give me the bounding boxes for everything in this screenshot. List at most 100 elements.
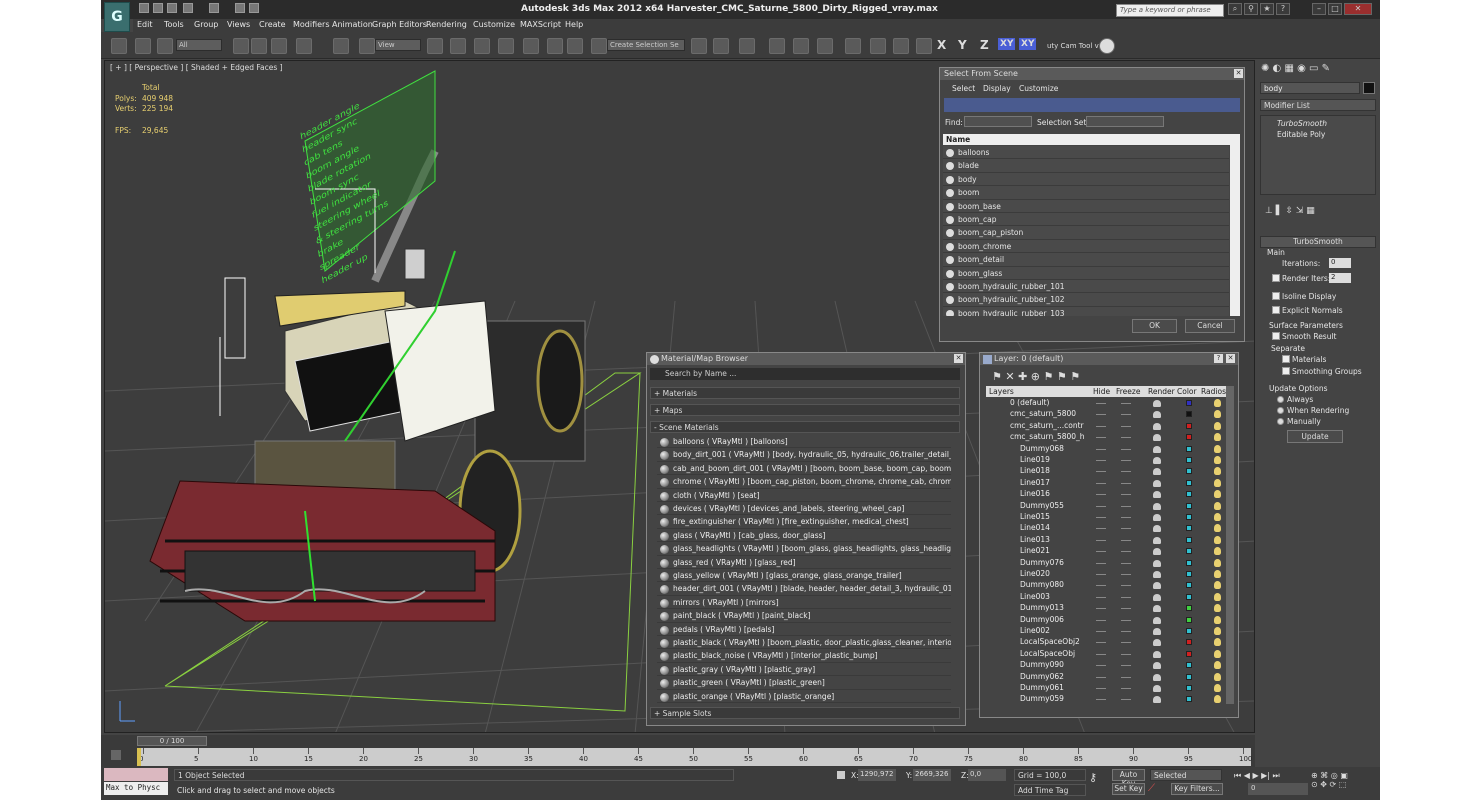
layer-row[interactable]: Dummy068 (988, 444, 1228, 455)
toolbar-tool-icon-11[interactable] (474, 38, 490, 54)
layer-hide-toggle[interactable] (1096, 574, 1106, 575)
layer-name[interactable]: cmc_saturn_...contr (1010, 421, 1084, 430)
toolbar-tool-icon-4[interactable] (251, 38, 267, 54)
layer-row[interactable]: Line016 (988, 489, 1228, 500)
toolbar-tool-icon-23[interactable] (845, 38, 861, 54)
cam-tool-label[interactable]: uty Cam Tool v (1047, 42, 1099, 50)
layer-row[interactable]: cmc_saturn_5800 (988, 409, 1228, 420)
col-layers[interactable]: Layers (989, 387, 1014, 396)
toolbar-tool-icon-15[interactable] (567, 38, 583, 54)
render-teapot-icon[interactable] (1153, 502, 1161, 510)
layer-color-swatch[interactable] (1186, 571, 1192, 577)
layer-toolbar-icons[interactable]: ⚑ ✕ ✚ ⊕ ⚑ ⚑ ⚑ (992, 370, 1080, 383)
layer-row[interactable]: Line020 (988, 569, 1228, 580)
radiosity-bulb-icon[interactable] (1214, 615, 1221, 624)
layer-name[interactable]: Line013 (1020, 535, 1050, 544)
render-teapot-icon[interactable] (1153, 685, 1161, 692)
radiosity-bulb-icon[interactable] (1214, 638, 1221, 647)
axis-xy-cycle-button[interactable]: XY (1019, 38, 1037, 50)
toolbar-tool-icon-7[interactable] (333, 38, 349, 54)
render-teapot-icon[interactable] (1153, 400, 1161, 407)
layer-color-swatch[interactable] (1186, 593, 1192, 600)
radiosity-bulb-icon[interactable] (1214, 581, 1221, 590)
scene-material-item[interactable]: plastic_gray ( VRayMtl ) [plastic_gray] (657, 663, 951, 677)
layer-row[interactable]: Line018 (988, 466, 1228, 477)
layer-row[interactable]: Line002 (988, 626, 1228, 637)
radiosity-bulb-icon[interactable] (1214, 695, 1221, 703)
save-icon[interactable] (167, 3, 177, 13)
set-key-button[interactable]: Set Key (1112, 783, 1145, 795)
render-teapot-icon[interactable] (1153, 434, 1161, 442)
auto-key-button[interactable]: Auto Key (1112, 769, 1145, 788)
redo-icon[interactable] (209, 3, 219, 13)
layer-name[interactable]: Dummy059 (1020, 694, 1064, 703)
layer-hide-toggle[interactable] (1096, 562, 1106, 564)
selection-set-dropdown[interactable] (1086, 116, 1164, 127)
manually-radio[interactable] (1277, 418, 1284, 425)
layer-freeze-toggle[interactable] (1121, 414, 1131, 416)
scene-object-item[interactable]: boom_hydraulic_rubber_101 (943, 279, 1229, 294)
layer-hide-toggle[interactable] (1096, 482, 1106, 484)
layer-hide-toggle[interactable] (1096, 642, 1106, 644)
layer-hide-toggle[interactable] (1096, 505, 1106, 507)
layer-row[interactable]: 0 (default) (988, 398, 1228, 409)
key-filters-button[interactable]: Key Filters... (1171, 783, 1223, 795)
layer-row[interactable]: Dummy076 (988, 558, 1228, 569)
radiosity-bulb-icon[interactable] (1214, 558, 1221, 567)
layer-row[interactable]: Line013 (988, 535, 1228, 546)
layer-color-swatch[interactable] (1186, 559, 1192, 566)
find-input[interactable] (964, 116, 1032, 127)
layer-freeze-toggle[interactable] (1121, 562, 1131, 564)
scene-material-item[interactable]: plastic_black_noise ( VRayMtl ) [interio… (657, 649, 951, 663)
layer-row[interactable]: Line021 (988, 546, 1228, 557)
layer-name[interactable]: Line018 (1020, 466, 1050, 475)
layer-freeze-toggle[interactable] (1121, 608, 1131, 610)
layer-hide-toggle[interactable] (1096, 676, 1106, 678)
layer-color-swatch[interactable] (1186, 525, 1192, 532)
scene-material-item[interactable]: glass_red ( VRayMtl ) [glass_red] (657, 556, 951, 569)
radiosity-bulb-icon[interactable] (1214, 524, 1221, 533)
scene-material-item[interactable]: cloth ( VRayMtl ) [seat] (657, 489, 951, 502)
layer-row[interactable]: Dummy090 (988, 660, 1228, 671)
layer-name[interactable]: Dummy068 (1020, 444, 1064, 453)
scene-object-item[interactable]: boom_hydraulic_rubber_103 (943, 306, 1229, 316)
render-teapot-icon[interactable] (1153, 536, 1161, 544)
layer-row[interactable]: Dummy006 (988, 615, 1228, 626)
radiosity-bulb-icon[interactable] (1214, 513, 1221, 521)
radiosity-bulb-icon[interactable] (1214, 444, 1221, 453)
layer-name[interactable]: Dummy013 (1020, 603, 1064, 612)
render-teapot-icon[interactable] (1153, 491, 1161, 499)
layer-row[interactable]: LocalSpaceObj (988, 649, 1228, 660)
layer-hide-toggle[interactable] (1096, 403, 1106, 404)
scene-object-item[interactable]: boom_base (943, 199, 1229, 213)
toolbar-tool-icon-5[interactable] (271, 38, 287, 54)
toolbar-tool-icon-13[interactable] (523, 38, 539, 54)
new-icon[interactable] (139, 3, 149, 13)
layer-name[interactable]: Dummy055 (1020, 501, 1064, 510)
select-filter-toolbar[interactable] (944, 98, 1240, 112)
scene-material-item[interactable]: glass ( VRayMtl ) [cab_glass, door_glass… (657, 529, 951, 543)
layer-color-swatch[interactable] (1186, 445, 1192, 452)
help-icon[interactable]: ? (1276, 3, 1290, 15)
key-mode-dropdown[interactable]: Selected (1150, 769, 1222, 781)
lock-selection-icon[interactable] (837, 771, 845, 779)
menu-edit[interactable]: Edit (137, 20, 153, 29)
menu-views[interactable]: Views (227, 20, 250, 29)
layer-freeze-toggle[interactable] (1121, 517, 1131, 518)
menu-tools[interactable]: Tools (164, 20, 184, 29)
layer-name[interactable]: Line015 (1020, 512, 1050, 521)
toolbar-tool-icon-0[interactable] (111, 38, 127, 54)
toolbar-tool-icon-2[interactable] (157, 38, 173, 54)
materials-checkbox[interactable] (1282, 355, 1290, 363)
layer-name[interactable]: Dummy006 (1020, 615, 1064, 624)
skull-icon[interactable] (1099, 38, 1115, 54)
ok-button[interactable]: OK (1132, 319, 1177, 333)
sample-slots-section[interactable]: + Sample Slots (650, 707, 960, 719)
toolbar-tool-icon-18[interactable] (713, 38, 729, 54)
toolbar-tool-icon-24[interactable] (870, 38, 886, 54)
render-teapot-icon[interactable] (1153, 650, 1161, 658)
radiosity-bulb-icon[interactable] (1214, 433, 1221, 442)
radiosity-bulb-icon[interactable] (1214, 501, 1221, 510)
layer-hide-toggle[interactable] (1096, 608, 1106, 610)
layer-hide-toggle[interactable] (1096, 539, 1106, 541)
